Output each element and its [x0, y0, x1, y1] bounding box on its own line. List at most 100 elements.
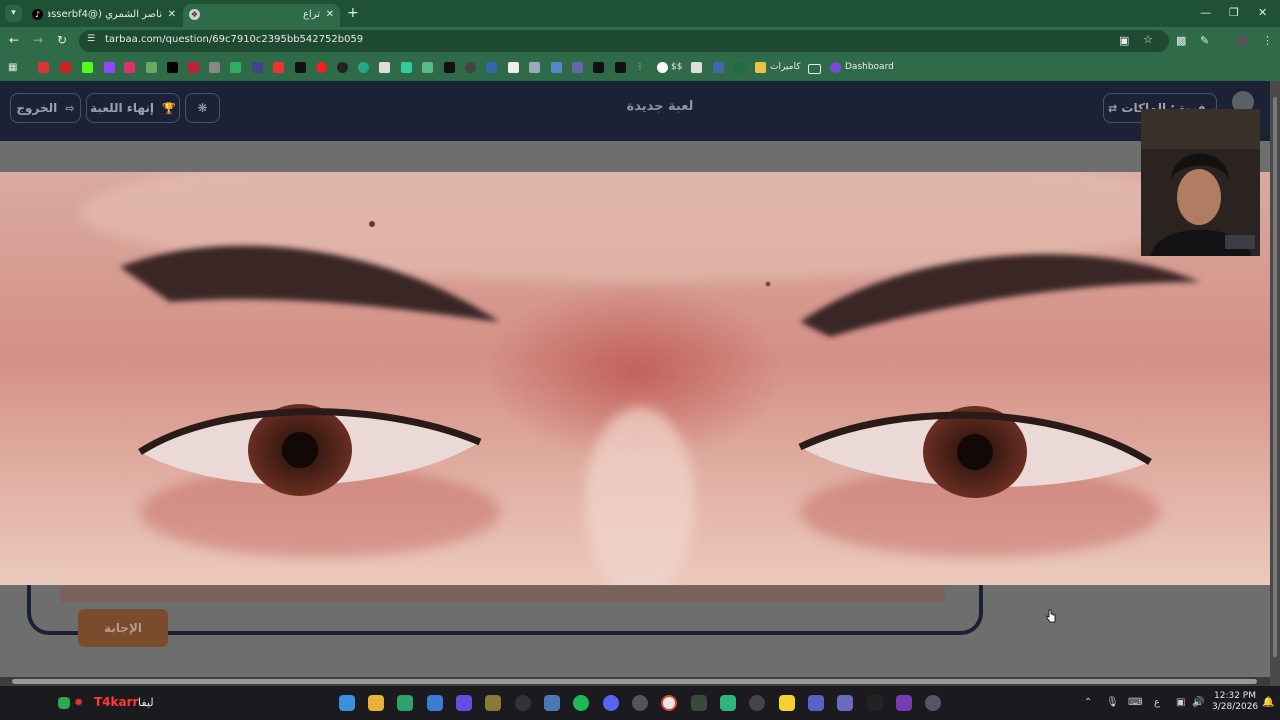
bookmark-google-icon[interactable] — [657, 62, 668, 73]
close-tab-icon[interactable]: ✕ — [168, 4, 176, 25]
show-hidden-icons-icon[interactable]: ⌃ — [1084, 697, 1092, 708]
bookmark-icon[interactable] — [465, 62, 476, 73]
end-game-button[interactable]: إنهاء اللعبة 🏆 — [86, 93, 180, 123]
language-indicator[interactable]: ع — [1154, 697, 1160, 708]
notification-icon[interactable]: 🔔 — [1262, 697, 1274, 708]
bookmark-icon[interactable] — [379, 62, 390, 73]
bookmark-icon[interactable] — [273, 62, 284, 73]
bookmark-icon[interactable] — [713, 62, 724, 73]
bookmark-cameras-icon[interactable] — [755, 62, 766, 73]
vertical-scrollbar[interactable] — [1270, 81, 1280, 686]
app-icon[interactable] — [867, 695, 883, 711]
bookmark-icon[interactable] — [188, 62, 199, 73]
folder-icon[interactable] — [808, 64, 821, 74]
bookmark-youtube-icon[interactable] — [38, 62, 49, 73]
bookmark-instagram-icon[interactable] — [124, 62, 135, 73]
exit-button[interactable]: الخروج ⇨ — [10, 93, 81, 123]
mail-icon[interactable] — [427, 695, 443, 711]
dashboard-icon[interactable] — [830, 62, 841, 73]
bookmark-icon[interactable] — [209, 62, 220, 73]
extensions-puzzle-icon[interactable]: ✎ — [1200, 34, 1209, 47]
bookmark-icon[interactable] — [337, 62, 348, 73]
spotify-icon[interactable] — [573, 695, 589, 711]
reload-icon[interactable]: ↻ — [57, 33, 67, 47]
answer-button[interactable]: الإجابة — [78, 609, 168, 647]
back-icon[interactable]: ← — [9, 33, 19, 47]
bookmark-icon[interactable] — [60, 62, 71, 73]
horizontal-scrollbar[interactable] — [0, 677, 1270, 686]
app-icon[interactable] — [456, 695, 472, 711]
shuffle-icon[interactable]: ⇄ — [1108, 102, 1117, 115]
bookmark-icon[interactable] — [486, 62, 497, 73]
app-icon[interactable] — [749, 695, 765, 711]
sticky-notes-icon[interactable] — [779, 695, 795, 711]
menu-icon[interactable]: ⋮ — [1262, 34, 1273, 47]
obs-icon[interactable] — [632, 695, 648, 711]
status-check-icon[interactable] — [58, 697, 70, 709]
file-explorer-icon[interactable] — [368, 695, 384, 711]
chrome-icon[interactable] — [661, 695, 677, 711]
bookmark-icon[interactable] — [615, 62, 626, 73]
start-icon[interactable] — [339, 695, 355, 711]
bookmark-cameras-label[interactable]: كاميرات — [770, 62, 801, 72]
user-status-label[interactable]: T4karr — [94, 695, 138, 709]
palette-button[interactable]: ❋ — [185, 93, 220, 123]
apps-grid-icon[interactable]: ▦ — [8, 62, 19, 73]
clock[interactable]: 12:32 PM 3/28/2026 — [1212, 691, 1258, 713]
weather-label[interactable]: ليفا — [138, 696, 154, 709]
network-icon[interactable]: ▣ — [1176, 697, 1185, 708]
new-tab-button[interactable]: + — [347, 5, 359, 21]
bookmark-icon[interactable] — [230, 62, 241, 73]
security-icon[interactable] — [544, 695, 560, 711]
bookmark-x-icon[interactable] — [167, 62, 178, 73]
bookmark-icon[interactable] — [572, 62, 583, 73]
close-tab-icon[interactable]: ✕ — [326, 4, 334, 25]
profile-avatar[interactable] — [1236, 35, 1248, 47]
microphone-icon[interactable]: 🎙 — [1106, 697, 1119, 708]
app-icon[interactable] — [485, 695, 501, 711]
bookmark-star-icon[interactable]: ☆ — [1143, 33, 1153, 46]
bookmark-twitch-icon[interactable] — [104, 62, 115, 73]
bookmark-icon[interactable] — [295, 62, 306, 73]
bookmark-icon[interactable] — [358, 62, 369, 73]
tab-tiktok[interactable]: ♪ ناصر الشمري (@nasserbf4) تيك ✕ — [26, 4, 182, 27]
install-app-icon[interactable]: ▣ — [1119, 34, 1129, 47]
bookmark-icon[interactable] — [422, 62, 433, 73]
bookmark-icon[interactable] — [252, 62, 263, 73]
volume-icon[interactable]: 🔊 — [1192, 697, 1204, 708]
4k-downloader-icon[interactable] — [515, 695, 531, 711]
bookmark-icon[interactable] — [146, 62, 157, 73]
bookmark-icon[interactable] — [508, 62, 519, 73]
app-icon[interactable] — [691, 695, 707, 711]
address-bar[interactable]: ☰ tarbaa.com/question/69c7910c2395bb5427… — [79, 30, 1169, 52]
close-window-icon[interactable]: ✕ — [1258, 6, 1267, 19]
forward-icon[interactable]: → — [33, 33, 43, 47]
teams-icon[interactable] — [808, 695, 824, 711]
bookmark-icon[interactable] — [593, 62, 604, 73]
restore-icon[interactable]: ❐ — [1229, 6, 1239, 19]
bookmark-icon[interactable] — [691, 62, 702, 73]
tiktok-icon: ♪ — [32, 9, 43, 20]
bookmark-excel-icon[interactable] — [734, 62, 745, 73]
app-icon[interactable] — [720, 695, 736, 711]
bookmark-icon[interactable] — [551, 62, 562, 73]
keyboard-icon[interactable]: ⌨ — [1128, 697, 1142, 708]
minimize-icon[interactable]: — — [1200, 6, 1211, 19]
bookmark-icon[interactable] — [444, 62, 455, 73]
settings-gear-icon[interactable] — [925, 695, 941, 711]
bookmark-icon[interactable] — [529, 62, 540, 73]
discord-icon[interactable] — [603, 695, 619, 711]
tab-search-button[interactable]: ▾ — [5, 5, 22, 22]
bookmark-icon[interactable] — [316, 62, 327, 73]
status-icon[interactable]: ✹ — [74, 697, 86, 709]
bookmark-kick-icon[interactable] — [82, 62, 93, 73]
app-icon[interactable] — [397, 695, 413, 711]
bookmark-icon[interactable] — [401, 62, 412, 73]
app-icon[interactable] — [896, 695, 912, 711]
bookmark-dollar-label[interactable]: $$ — [671, 62, 682, 72]
site-info-icon[interactable]: ☰ — [87, 34, 95, 44]
bookmark-dashboard-label[interactable]: Dashboard — [845, 62, 894, 72]
app-icon[interactable] — [837, 695, 853, 711]
tab-tarbaa[interactable]: ❖ تراع ✕ — [183, 4, 340, 27]
extension-icon[interactable]: ▩ — [1176, 34, 1186, 47]
